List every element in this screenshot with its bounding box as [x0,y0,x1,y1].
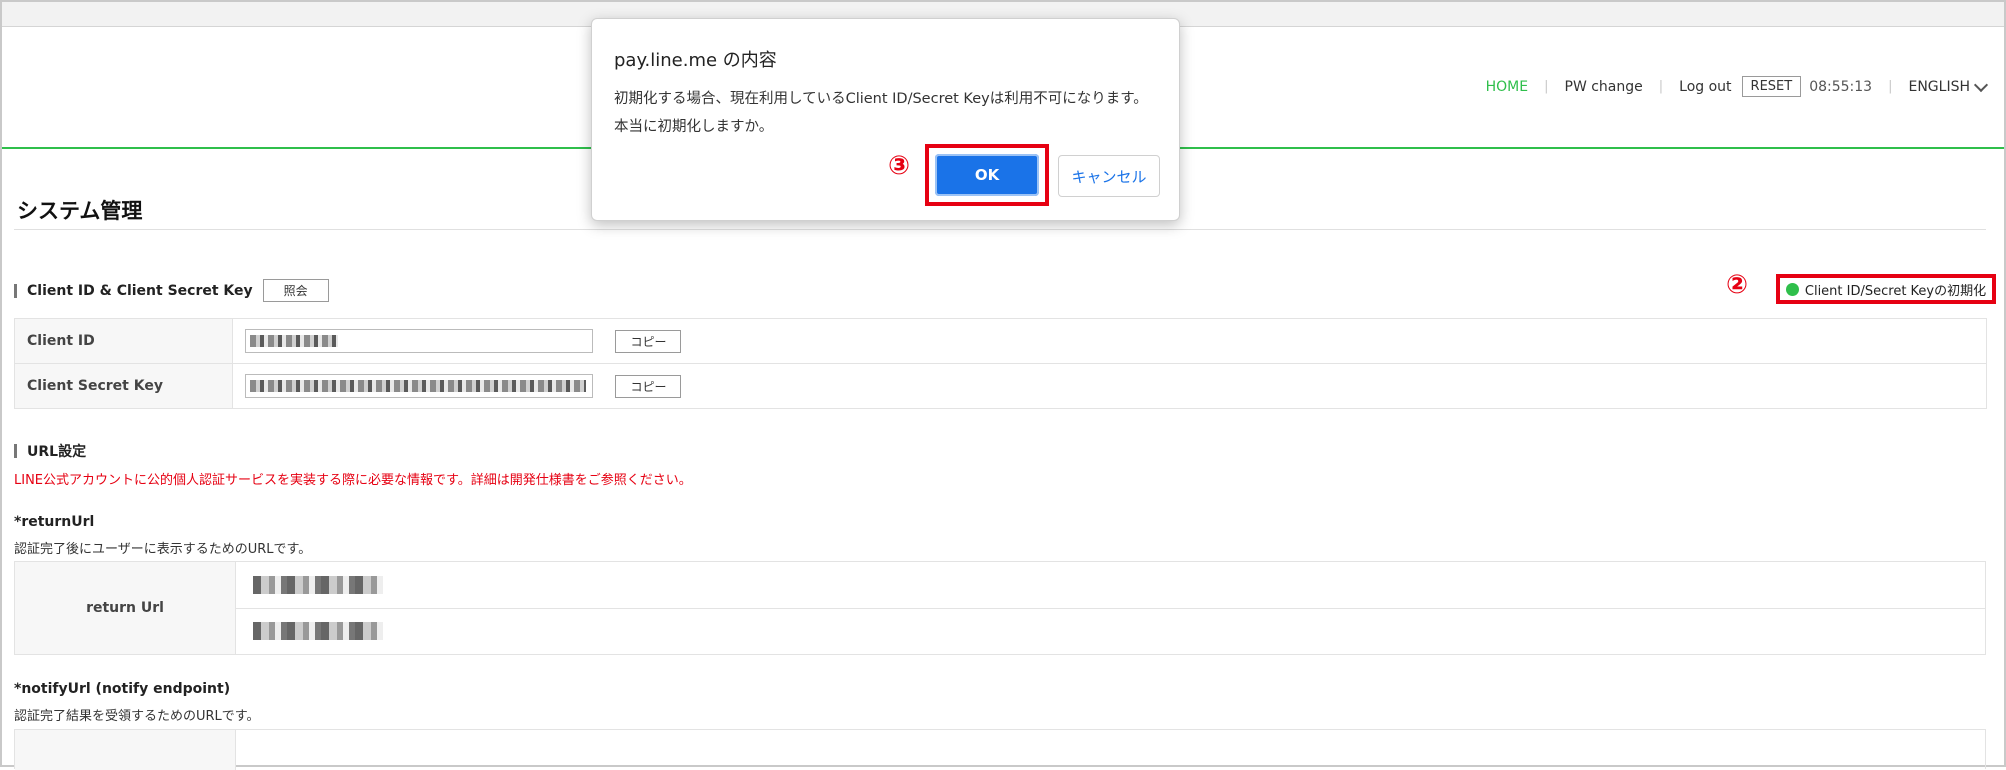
url-settings-heading: URL設定 [14,441,86,461]
page-title: システム管理 [17,199,143,223]
notify-url-label-cell [15,730,236,770]
ok-highlight: OK [925,144,1049,206]
credentials-heading: Client ID & Client Secret Key 照会 [14,279,329,302]
top-nav: HOME | PW change | Log out RESET 08:55:1… [1486,76,1989,97]
copy-client-secret-button[interactable]: コピー [615,374,682,398]
nav-separator: | [1888,79,1893,94]
return-url-table: return Url [14,561,1986,655]
heading-bar [14,444,17,458]
return-url-label: return Url [15,562,236,654]
cancel-button[interactable]: キャンセル [1058,155,1160,197]
session-reset-button[interactable]: RESET [1741,76,1802,97]
dialog-message: 初期化する場合、現在利用しているClient ID/Secret Keyは利用不… [614,91,1148,135]
client-id-field[interactable] [245,329,593,353]
masked-value [250,380,586,392]
credentials-table: Client ID コピー Client Secret Key コピー [14,318,1987,409]
table-row: Client Secret Key コピー [14,363,1987,409]
chevron-down-icon [1973,77,1989,92]
client-secret-label: Client Secret Key [14,363,233,409]
dialog-title: pay.line.me の内容 [614,50,777,71]
confirm-dialog: pay.line.me の内容 初期化する場合、現在利用しているClient I… [591,18,1180,221]
language-label: ENGLISH [1908,78,1970,95]
title-divider [14,229,1986,230]
nav-separator: | [1658,79,1664,94]
return-url-heading: *returnUrl [14,514,95,530]
credentials-heading-label: Client ID & Client Secret Key [27,282,253,299]
client-secret-field[interactable] [245,374,593,398]
notify-url-heading: *notifyUrl (notify endpoint) [14,681,231,697]
nav-logout-link[interactable]: Log out [1679,79,1731,95]
ok-button[interactable]: OK [935,154,1039,196]
table-row: Client ID コピー [14,318,1987,364]
url-settings-heading-label: URL設定 [27,444,87,460]
reset-client-key-button[interactable]: Client ID/Secret Keyの初期化 [1776,274,1996,304]
nav-pw-change-link[interactable]: PW change [1565,79,1643,95]
heading-bar [14,283,17,298]
help-icon [1785,282,1799,296]
client-secret-cell: コピー [232,363,1987,409]
row-divider [235,608,1985,609]
masked-value [250,335,338,347]
session-timer: 08:55:13 [1809,78,1873,95]
reset-client-key-label: Client ID/Secret Keyの初期化 [1804,283,1987,299]
copy-client-id-button[interactable]: コピー [615,329,682,353]
view-button[interactable]: 照会 [262,279,329,302]
client-id-cell: コピー [232,318,1987,364]
nav-separator: | [1544,79,1549,94]
step-marker-2: ② [1726,270,1749,300]
language-selector[interactable]: ENGLISH [1908,77,1989,95]
client-id-label: Client ID [14,318,233,364]
masked-url-1 [253,576,383,594]
url-settings-note: LINE公式アカウントに公的個人認証サービスを実装する際に必要な情報です。詳細は… [14,473,692,488]
step-marker-3: ③ [888,151,911,181]
masked-url-2 [253,622,383,640]
notify-url-table [14,729,1986,770]
return-url-description: 認証完了後にユーザーに表示するためのURLです。 [14,542,312,557]
notify-url-description: 認証完了結果を受領するためのURLです。 [14,709,260,724]
nav-home-link[interactable]: HOME [1486,79,1528,95]
